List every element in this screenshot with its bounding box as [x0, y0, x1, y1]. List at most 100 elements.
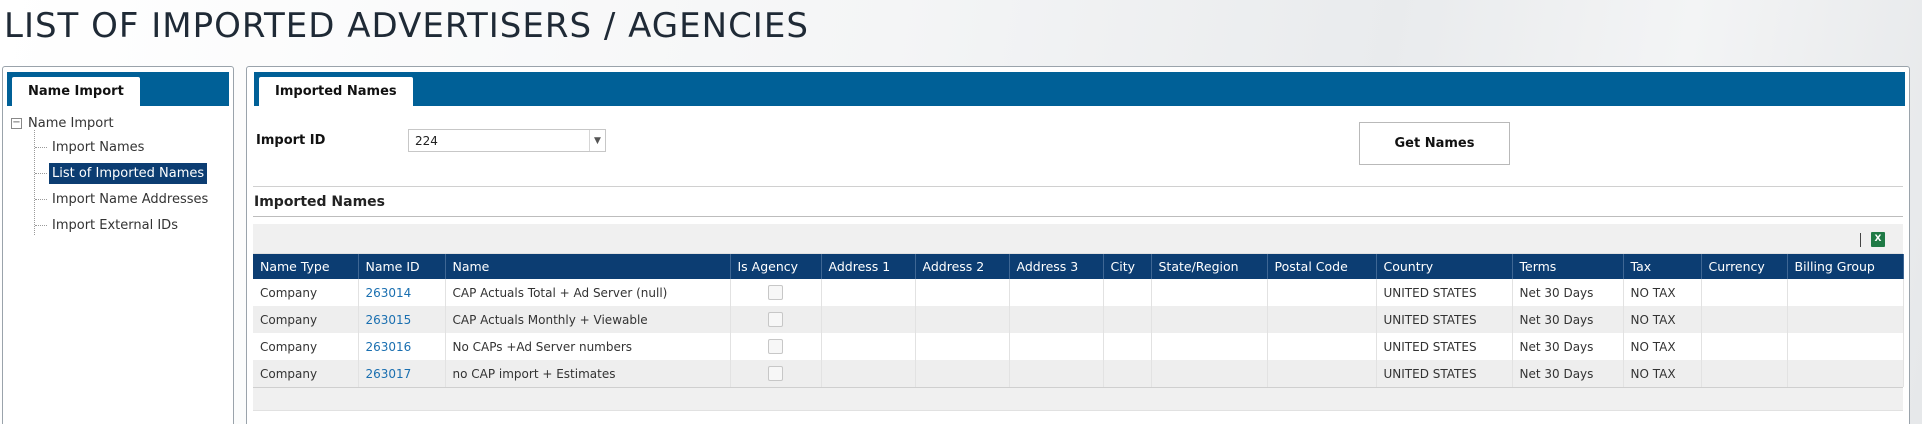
cell-name-type: Company — [253, 360, 359, 387]
cell-state — [1151, 306, 1268, 333]
table-row[interactable]: Company 263014 CAP Actuals Total + Ad Se… — [253, 279, 1904, 306]
name-id-link[interactable]: 263014 — [358, 279, 446, 306]
col-header-address-3[interactable]: Address 3 — [1009, 254, 1104, 279]
cell-billing-group — [1787, 333, 1904, 360]
cell-state — [1151, 360, 1268, 387]
cell-postal — [1267, 333, 1377, 360]
col-header-currency[interactable]: Currency — [1701, 254, 1788, 279]
cell-city — [1103, 306, 1152, 333]
tab-name-import[interactable]: Name Import — [12, 77, 140, 106]
chevron-down-icon[interactable]: ▼ — [589, 130, 605, 151]
tree-item-import-external-ids[interactable]: Import External IDs — [35, 215, 181, 236]
tree-item-import-name-addresses[interactable]: Import Name Addresses — [35, 189, 211, 210]
col-header-name-id[interactable]: Name ID — [358, 254, 446, 279]
cell-is-agency — [730, 360, 822, 387]
imported-names-table: Name Type Name ID Name Is Agency Address… — [253, 254, 1904, 387]
tree-collapse-icon[interactable]: − — [11, 118, 22, 129]
left-tabbar: Name Import — [7, 72, 229, 106]
left-nav-panel: Name Import − Name Import Import Names L… — [2, 66, 234, 424]
cell-postal — [1267, 279, 1377, 306]
col-header-tax[interactable]: Tax — [1623, 254, 1702, 279]
name-id-link[interactable]: 263016 — [358, 333, 446, 360]
name-id-link[interactable]: 263015 — [358, 306, 446, 333]
cell-address-1 — [821, 333, 916, 360]
cell-name: No CAPs +Ad Server numbers — [445, 333, 731, 360]
col-header-name[interactable]: Name — [445, 254, 731, 279]
is-agency-checkbox[interactable] — [768, 285, 783, 300]
col-header-state-region[interactable]: State/Region — [1151, 254, 1268, 279]
cell-name-type: Company — [253, 333, 359, 360]
divider — [253, 186, 1903, 187]
table-header-row: Name Type Name ID Name Is Agency Address… — [253, 254, 1904, 279]
cell-tax: NO TAX — [1623, 360, 1702, 387]
cell-country: UNITED STATES — [1376, 279, 1513, 306]
col-header-name-type[interactable]: Name Type — [253, 254, 359, 279]
col-header-postal-code[interactable]: Postal Code — [1267, 254, 1377, 279]
cell-name-type: Company — [253, 279, 359, 306]
col-header-billing-group[interactable]: Billing Group — [1787, 254, 1904, 279]
cell-currency — [1701, 333, 1788, 360]
tree-item-list-of-imported-names[interactable]: List of Imported Names — [35, 163, 208, 184]
is-agency-checkbox[interactable] — [768, 339, 783, 354]
cell-terms: Net 30 Days — [1512, 306, 1624, 333]
table-row[interactable]: Company 263016 No CAPs +Ad Server number… — [253, 333, 1904, 360]
is-agency-checkbox[interactable] — [768, 366, 783, 381]
excel-export-icon[interactable]: X — [1871, 232, 1885, 247]
table-row[interactable]: Company 263015 CAP Actuals Monthly + Vie… — [253, 306, 1904, 333]
cell-name: CAP Actuals Monthly + Viewable — [445, 306, 731, 333]
cell-address-2 — [915, 360, 1010, 387]
main-tabbar: Imported Names — [254, 72, 1905, 106]
cell-address-1 — [821, 279, 916, 306]
cell-terms: Net 30 Days — [1512, 360, 1624, 387]
cell-currency — [1701, 360, 1788, 387]
name-id-link[interactable]: 263017 — [358, 360, 446, 387]
import-id-row: Import ID 224 ▼ — [256, 129, 606, 152]
tree-root-label: Name Import — [28, 116, 114, 131]
cell-is-agency — [730, 279, 822, 306]
cell-tax: NO TAX — [1623, 333, 1702, 360]
page-title: LIST OF IMPORTED ADVERTISERS / AGENCIES — [4, 6, 809, 46]
col-header-terms[interactable]: Terms — [1512, 254, 1624, 279]
is-agency-checkbox[interactable] — [768, 312, 783, 327]
cell-address-3 — [1009, 360, 1104, 387]
main-panel: Imported Names Import ID 224 ▼ Get Names… — [246, 66, 1910, 424]
tree-item-label: Import Name Addresses — [52, 192, 209, 207]
col-header-address-1[interactable]: Address 1 — [821, 254, 916, 279]
cell-address-1 — [821, 306, 916, 333]
cell-postal — [1267, 306, 1377, 333]
table-row[interactable]: Company 263017 no CAP import + Estimates… — [253, 360, 1904, 387]
import-id-value: 224 — [415, 133, 438, 148]
cell-address-3 — [1009, 279, 1104, 306]
tree-root-name-import[interactable]: − Name Import — [11, 116, 114, 131]
cell-city — [1103, 279, 1152, 306]
cell-country: UNITED STATES — [1376, 333, 1513, 360]
import-id-select[interactable]: 224 ▼ — [408, 129, 606, 152]
cell-country: UNITED STATES — [1376, 360, 1513, 387]
col-header-is-agency[interactable]: Is Agency — [730, 254, 822, 279]
cell-state — [1151, 279, 1268, 306]
section-title: Imported Names — [254, 194, 386, 210]
cell-currency — [1701, 306, 1788, 333]
cell-tax: NO TAX — [1623, 306, 1702, 333]
col-header-city[interactable]: City — [1103, 254, 1152, 279]
tab-imported-names[interactable]: Imported Names — [259, 77, 413, 106]
cell-terms: Net 30 Days — [1512, 333, 1624, 360]
cell-country: UNITED STATES — [1376, 306, 1513, 333]
cell-postal — [1267, 360, 1377, 387]
cell-name-type: Company — [253, 306, 359, 333]
get-names-button[interactable]: Get Names — [1359, 122, 1510, 165]
col-header-country[interactable]: Country — [1376, 254, 1513, 279]
import-id-label: Import ID — [256, 133, 326, 148]
cell-is-agency — [730, 306, 822, 333]
cell-terms: Net 30 Days — [1512, 279, 1624, 306]
grid-footer — [253, 387, 1903, 411]
tree-item-import-names[interactable]: Import Names — [35, 137, 147, 158]
col-header-address-2[interactable]: Address 2 — [915, 254, 1010, 279]
tree-item-label: Import Names — [52, 140, 145, 155]
cell-address-1 — [821, 360, 916, 387]
cell-currency — [1701, 279, 1788, 306]
cell-state — [1151, 333, 1268, 360]
cell-address-3 — [1009, 333, 1104, 360]
cell-city — [1103, 360, 1152, 387]
cell-name: CAP Actuals Total + Ad Server (null) — [445, 279, 731, 306]
